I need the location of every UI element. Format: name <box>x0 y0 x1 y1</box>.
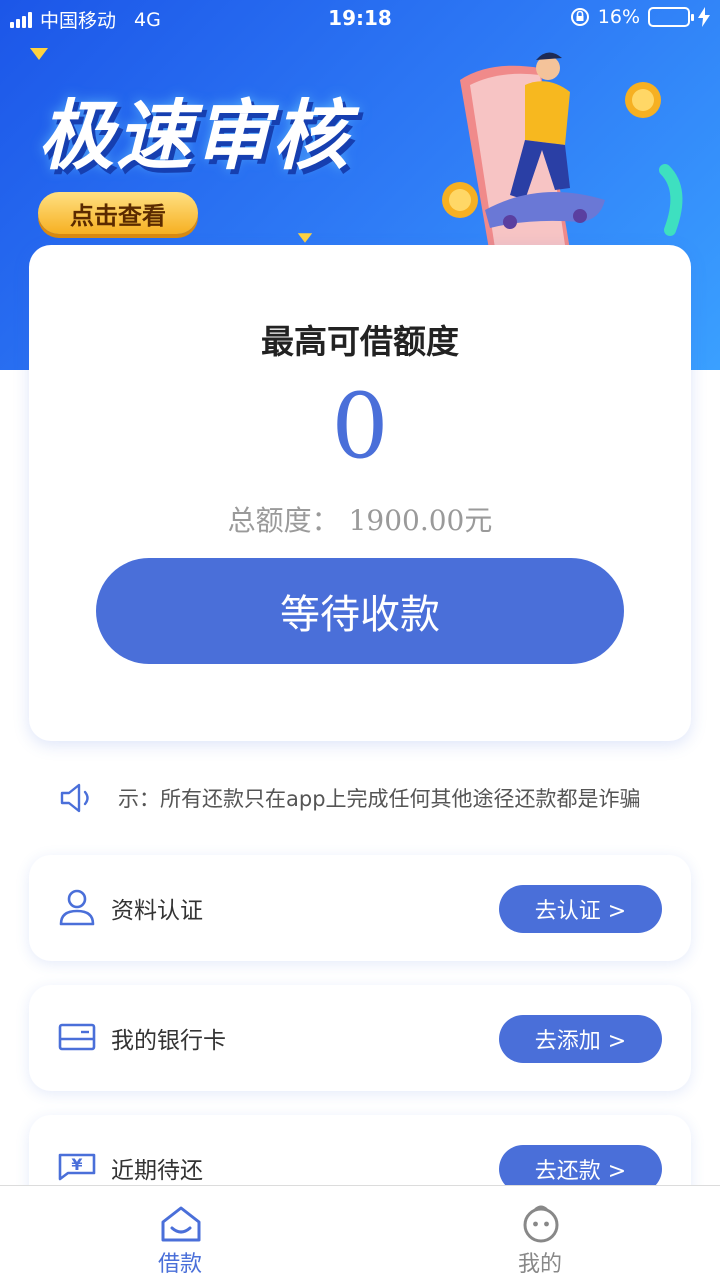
profile-face-icon <box>523 1205 559 1243</box>
credit-limit-amount: 0 <box>331 374 389 479</box>
tab-borrow[interactable]: 借款 <box>0 1186 360 1280</box>
rotation-lock-icon <box>570 8 589 26</box>
home-icon <box>161 1206 201 1242</box>
list-item-profile-verify[interactable]: 资料认证 去认证 > <box>29 855 691 961</box>
decor-triangle-icon <box>297 233 313 243</box>
battery-percent: 16% <box>597 6 640 28</box>
credit-limit-title: 最高可借额度 <box>261 322 459 361</box>
row-label: 我的银行卡 <box>111 1028 226 1054</box>
banner-title: 极速审核 <box>38 91 350 180</box>
await-payment-button[interactable]: 等待收款 <box>96 558 624 664</box>
add-card-button[interactable]: 去添加 > <box>499 1015 662 1063</box>
tab-label: 我的 <box>517 1252 562 1277</box>
notice-text: 示：所有还款只在app上完成任何其他途径还款都是诈骗 <box>118 787 641 811</box>
status-bar: 中国移动 4G 19:18 16% <box>0 0 720 38</box>
banner-view-button[interactable]: 点击查看 <box>38 192 198 234</box>
total-credit: 总额度： 1900.00元 <box>29 499 691 539</box>
skateboarder-illustration-icon <box>442 52 683 257</box>
credit-limit-card: 最高可借额度 0 总额度： 1900.00元 等待收款 <box>29 245 691 741</box>
bottom-tab-bar: 借款 我的 <box>0 1185 720 1280</box>
total-credit-label: 总额度： <box>227 504 340 537</box>
charging-bolt-icon <box>698 7 710 27</box>
svg-text:¥: ¥ <box>71 1155 82 1174</box>
row-label: 资料认证 <box>111 898 203 924</box>
total-credit-value: 1900.00元 <box>348 504 493 537</box>
bank-card-icon <box>58 1023 96 1051</box>
verify-button[interactable]: 去认证 > <box>499 885 662 933</box>
speaker-icon <box>60 783 89 813</box>
row-label: 近期待还 <box>111 1158 203 1184</box>
tab-label: 借款 <box>157 1252 202 1277</box>
decor-triangle-icon <box>30 48 48 60</box>
user-icon <box>59 889 95 926</box>
notice-bar: 示：所有还款只在app上完成任何其他途径还款都是诈骗 <box>60 780 680 816</box>
yuan-bill-icon: ¥ <box>58 1153 96 1181</box>
battery-icon <box>648 7 694 27</box>
tab-mine[interactable]: 我的 <box>360 1186 720 1280</box>
list-item-bank-card[interactable]: 我的银行卡 去添加 > <box>29 985 691 1091</box>
